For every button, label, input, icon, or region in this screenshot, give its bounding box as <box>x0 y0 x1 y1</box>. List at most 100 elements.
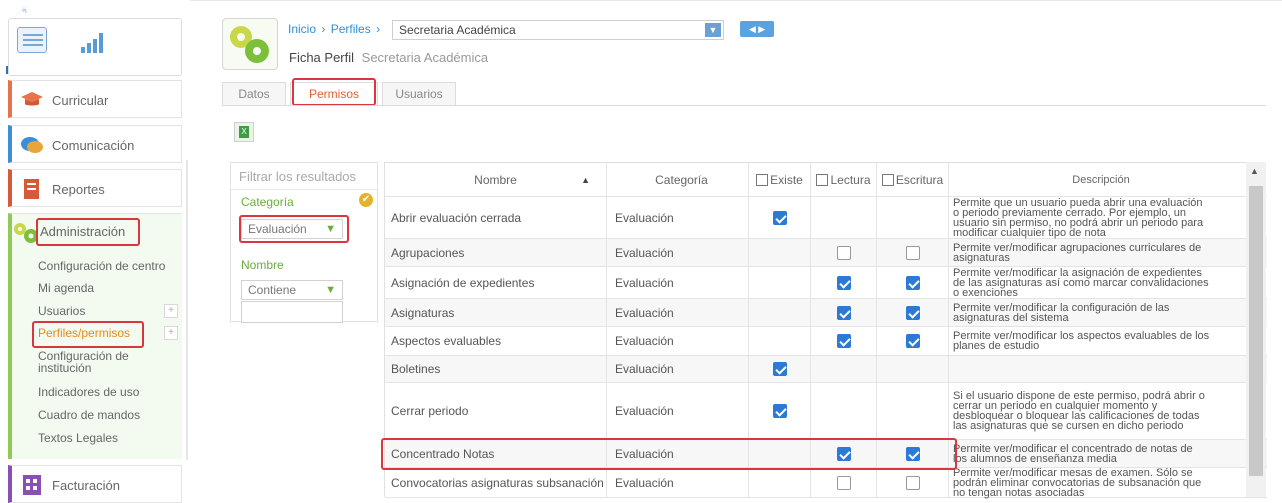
main-top-border <box>190 0 1282 10</box>
admin-item-configuracion-institucion-2[interactable]: institución <box>38 361 91 375</box>
tab-underline <box>222 105 1266 106</box>
nombre-operator-value: Contiene <box>248 283 297 297</box>
description-line: Permite ver/modificar el concentrado de … <box>953 442 1193 455</box>
header-existe[interactable]: Existe <box>749 163 811 196</box>
escritura-checkbox[interactable] <box>905 245 920 260</box>
chevron-down-icon[interactable]: ▼ <box>705 23 721 37</box>
escritura-checkbox[interactable] <box>905 475 920 490</box>
escritura-checkbox[interactable] <box>905 275 920 290</box>
export-excel-button[interactable]: X <box>234 122 254 142</box>
cell-lectura <box>811 197 877 238</box>
nombre-operator-select[interactable]: Contiene ▼ <box>241 280 343 300</box>
admin-item-mi-agenda[interactable]: Mi agenda <box>38 281 94 295</box>
description-line: asignaturas del sistema <box>953 311 1069 324</box>
table-row[interactable]: Aspectos evaluables Evaluación Permite ver… <box>385 327 1267 356</box>
table-row[interactable]: Asignación de expedientes Evaluación Permi… <box>385 267 1267 299</box>
select-all-escritura-checkbox[interactable] <box>881 173 894 186</box>
cell-existe <box>749 299 811 326</box>
sidebar-section-reportes[interactable]: Reportes <box>8 169 182 207</box>
admin-item-indicadores-uso[interactable]: Indicadores de uso <box>38 385 139 399</box>
bar-chart-icon[interactable] <box>81 33 105 53</box>
categoria-select[interactable]: Evaluación ▼ <box>241 219 343 239</box>
cell-existe <box>749 197 811 238</box>
escritura-checkbox[interactable] <box>905 334 920 348</box>
highlight-box <box>292 78 376 106</box>
permission-description: Si el usuario dispone de este permiso, p… <box>949 383 1249 439</box>
header-escritura[interactable]: Escritura <box>877 163 949 196</box>
lectura-checkbox[interactable] <box>836 275 851 290</box>
categoria-select-value: Evaluación <box>248 222 307 236</box>
profile-select[interactable]: Secretaria Académica ▼ <box>392 20 724 40</box>
table-scrollbar[interactable]: ▲ <box>1246 162 1266 497</box>
escritura-checkbox[interactable] <box>905 305 920 320</box>
lectura-checkbox[interactable] <box>836 245 851 260</box>
existe-checkbox[interactable] <box>772 362 787 376</box>
permission-name: Abrir evaluación cerrada <box>385 197 607 238</box>
permission-category: Evaluación <box>607 239 749 266</box>
select-all-lectura-checkbox[interactable] <box>816 173 829 186</box>
breadcrumb-separator: › <box>376 22 381 36</box>
chat-bubbles-icon <box>21 137 43 153</box>
filter-panel: Filtrar los resultados Categoría ✔ Evalu… <box>230 162 378 323</box>
header-descripcion: Descripción <box>949 163 1249 196</box>
existe-checkbox[interactable] <box>772 210 787 225</box>
nombre-filter-input[interactable] <box>241 301 343 323</box>
permission-name: Convocatorias asignaturas subsanación <box>385 468 607 497</box>
table-row[interactable]: Asignaturas Evaluación Permite ver/modific… <box>385 299 1267 327</box>
permission-description: Permite ver/modificar el concentrado de … <box>949 440 1249 467</box>
description-line: Permite ver/modificar mesas de examen. S… <box>953 466 1193 479</box>
cell-lectura <box>811 383 877 439</box>
prev-next-arrows-icon[interactable]: ◀ ▶ <box>740 21 774 37</box>
sidebar-section-comunicacion[interactable]: Comunicación <box>8 125 182 163</box>
table-row[interactable]: Cerrar periodo Evaluación Si el usuario di… <box>385 383 1267 440</box>
breadcrumb-perfiles[interactable]: Perfiles <box>331 22 371 36</box>
description-line: o periodo previamente cerrado. Por ejemp… <box>953 206 1186 219</box>
chevron-down-icon: ▼ <box>325 284 336 296</box>
admin-item-textos-legales[interactable]: Textos Legales <box>38 431 118 445</box>
graduation-cap-icon <box>21 92 43 106</box>
cell-lectura <box>811 239 877 266</box>
header-nombre[interactable]: Nombre ▲ <box>385 163 607 196</box>
permission-category: Evaluación <box>607 299 749 326</box>
scrollbar-thumb[interactable] <box>1249 186 1263 476</box>
tab-datos[interactable]: Datos <box>222 82 286 106</box>
cell-lectura <box>811 356 877 382</box>
lectura-checkbox[interactable] <box>836 475 851 490</box>
permission-description: Permite ver/modificar la asignación de e… <box>949 267 1249 298</box>
admin-item-usuarios[interactable]: Usuarios <box>38 304 85 318</box>
table-row[interactable]: Boletines Evaluación <box>385 356 1267 383</box>
table-header-row: Nombre ▲ Categoría Existe Lectura Escrit… <box>385 163 1267 197</box>
table-row[interactable]: Abrir evaluación cerrada Evaluación Permit… <box>385 197 1267 239</box>
add-usuarios-button[interactable]: + <box>164 304 178 318</box>
permission-name: Cerrar periodo <box>385 383 607 439</box>
lectura-checkbox[interactable] <box>836 334 851 348</box>
breadcrumb-inicio[interactable]: Inicio <box>288 22 316 36</box>
page-title: Ficha Perfil Secretaria Académica <box>289 50 488 65</box>
sidebar-section-administracion: Administración Configuración de centro M… <box>8 213 182 459</box>
lectura-checkbox[interactable] <box>836 305 851 320</box>
select-all-existe-checkbox[interactable] <box>756 173 769 186</box>
description-line: asignaturas <box>953 251 1010 264</box>
cell-escritura <box>877 356 949 382</box>
description-line: las asignaturas que se cursen en dicho p… <box>953 420 1184 432</box>
permission-name: Asignación de expedientes <box>385 267 607 298</box>
sidebar-section-facturacion[interactable]: Facturación <box>8 465 182 503</box>
tab-usuarios[interactable]: Usuarios <box>382 82 456 106</box>
breadcrumb-separator: › <box>321 22 326 36</box>
permission-category: Evaluación <box>607 327 749 355</box>
sidebar-section-curricular[interactable]: Curricular <box>8 80 182 118</box>
table-row[interactable]: Agrupaciones Evaluación Permite ver/modifi… <box>385 239 1267 267</box>
administracion-header[interactable]: Administración <box>36 218 140 246</box>
header-lectura[interactable]: Lectura <box>811 163 877 196</box>
existe-checkbox[interactable] <box>772 404 787 418</box>
table-row[interactable]: Convocatorias asignaturas subsanación Eva… <box>385 466 1267 499</box>
admin-item-perfiles-permisos[interactable]: Perfiles/permisos <box>38 326 130 340</box>
add-perfiles-button[interactable]: + <box>164 326 178 340</box>
admin-item-cuadro-mandos[interactable]: Cuadro de mandos <box>38 408 140 422</box>
admin-item-configuracion-centro[interactable]: Configuración de centro <box>38 259 165 273</box>
scroll-up-icon[interactable]: ▲ <box>1250 166 1259 176</box>
cell-existe <box>749 356 811 382</box>
header-categoria[interactable]: Categoría <box>607 163 749 196</box>
list-view-icon[interactable] <box>17 27 47 53</box>
description-line: no tengan notas asociadas <box>953 486 1085 499</box>
